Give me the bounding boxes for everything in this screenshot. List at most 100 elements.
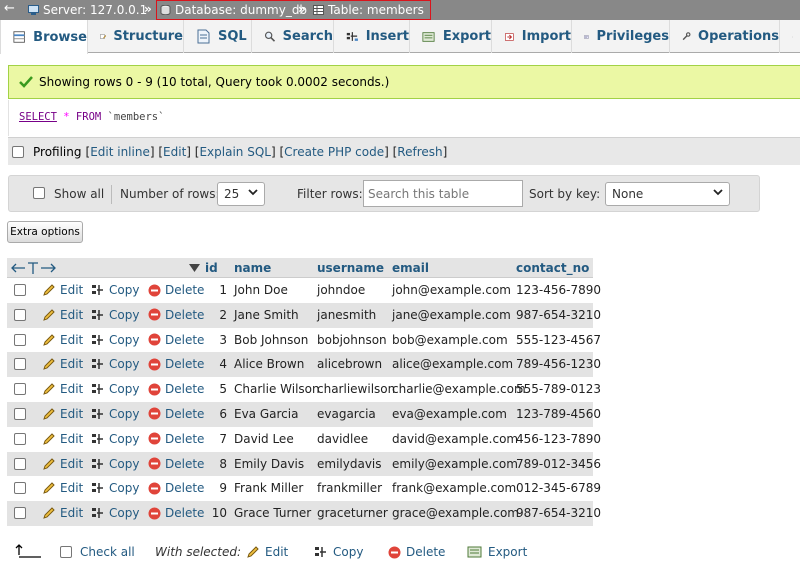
copy-icon: [92, 508, 103, 519]
delete-icon: [148, 482, 161, 495]
column-header-contact-no[interactable]: contact_no: [516, 261, 589, 275]
extra-options-button[interactable]: Extra options: [7, 221, 83, 243]
row-edit-button[interactable]: Edit: [42, 506, 83, 520]
table-header: id name username email contact_no: [7, 258, 593, 278]
row-delete-button[interactable]: Delete: [148, 432, 204, 446]
bulk-delete-button[interactable]: Delete: [388, 545, 445, 559]
row-copy-button[interactable]: Copy: [91, 457, 139, 471]
row-copy-button[interactable]: Copy: [91, 407, 139, 421]
row-edit-button[interactable]: Edit: [42, 382, 83, 396]
row-checkbox[interactable]: [14, 507, 26, 520]
show-all-checkbox[interactable]: [33, 187, 45, 199]
breadcrumb-database[interactable]: Database: dummy_db: [160, 3, 307, 17]
cell-email: emily@example.com: [392, 456, 518, 471]
column-header-id[interactable]: id: [205, 261, 218, 275]
sql-icon: [197, 29, 210, 44]
row-checkbox[interactable]: [14, 407, 26, 420]
cell-name: John Doe: [234, 283, 288, 297]
tab-search[interactable]: Search: [252, 20, 334, 53]
tab-import[interactable]: Import: [492, 20, 572, 53]
row-edit-button[interactable]: Edit: [42, 357, 83, 371]
tab-operations[interactable]: Operations: [670, 20, 780, 53]
row-delete-button[interactable]: Delete: [148, 333, 204, 347]
row-edit-button[interactable]: Edit: [42, 481, 83, 495]
copy-icon: [92, 334, 103, 345]
row-delete-button[interactable]: Delete: [148, 382, 204, 396]
cell-username: janesmith: [317, 307, 377, 322]
row-copy-button[interactable]: Copy: [91, 382, 139, 396]
navigation-bar: Show all Number of rows: 25 Filter rows:…: [8, 175, 760, 212]
bulk-edit-button[interactable]: Edit: [246, 545, 288, 559]
column-header-username[interactable]: username: [317, 261, 384, 275]
row-delete-button[interactable]: Delete: [148, 457, 204, 471]
edit-inline-link[interactable]: Edit inline: [90, 145, 150, 159]
row-delete-button[interactable]: Delete: [148, 506, 204, 520]
row-delete-button[interactable]: Delete: [148, 481, 204, 495]
row-copy-button[interactable]: Copy: [91, 432, 139, 446]
row-delete-button[interactable]: Delete: [148, 283, 204, 297]
row-checkbox[interactable]: [14, 482, 26, 495]
back-arrow-icon[interactable]: ←: [4, 1, 15, 16]
tab-sql[interactable]: SQL: [184, 20, 252, 53]
bulk-export-button[interactable]: Export: [467, 545, 527, 559]
row-checkbox[interactable]: [14, 308, 26, 321]
row-delete-button[interactable]: Delete: [148, 308, 204, 322]
check-all-label[interactable]: Check all: [80, 545, 135, 559]
breadcrumb-server[interactable]: Server: 127.0.0.1: [28, 3, 147, 17]
eye-icon: [792, 36, 793, 37]
sort-triangle-icon[interactable]: [189, 264, 200, 272]
breadcrumb-table[interactable]: Table: members: [313, 3, 424, 17]
row-checkbox[interactable]: [14, 358, 26, 371]
delete-icon: [148, 333, 161, 346]
cell-id: 3: [219, 332, 227, 347]
row-delete-button[interactable]: Delete: [148, 407, 204, 421]
column-arrows-icon[interactable]: [11, 261, 57, 275]
row-edit-button[interactable]: Edit: [42, 457, 83, 471]
edit-link[interactable]: Edit: [163, 145, 186, 159]
check-all[interactable]: Check all: [60, 545, 135, 559]
table-row: Edit Copy Delete 2 Jane Smith janesmith jane@e…: [7, 302, 601, 328]
row-checkbox[interactable]: [14, 383, 26, 396]
cell-id: 8: [219, 456, 227, 471]
table-icon: [313, 5, 324, 15]
check-all-checkbox[interactable]: [60, 546, 72, 558]
tab-privileges[interactable]: Privileges: [572, 20, 670, 53]
create-php-code-link[interactable]: Create PHP code: [284, 145, 384, 159]
row-checkbox[interactable]: [14, 333, 26, 346]
row-delete-button[interactable]: Delete: [148, 357, 204, 371]
row-checkbox[interactable]: [14, 432, 26, 445]
row-copy-button[interactable]: Copy: [91, 481, 139, 495]
row-edit-button[interactable]: Edit: [42, 432, 83, 446]
table-row: Edit Copy Delete 3 Bob Johnson bobjohnson bob@…: [7, 327, 601, 353]
row-copy-button[interactable]: Copy: [91, 308, 139, 322]
sort-select[interactable]: None: [605, 182, 730, 206]
row-edit-button[interactable]: Edit: [42, 308, 83, 322]
tab-more[interactable]: [780, 20, 800, 53]
cell-contact-no: 456-123-7890: [516, 431, 602, 446]
profiling-checkbox[interactable]: [12, 145, 24, 158]
tab-export[interactable]: Export: [410, 20, 492, 53]
row-copy-button[interactable]: Copy: [91, 357, 139, 371]
tab-browse[interactable]: Browse: [0, 20, 88, 54]
tab-structure[interactable]: Structure: [88, 20, 184, 53]
column-header-name[interactable]: name: [234, 261, 271, 275]
rows-select[interactable]: 25: [217, 182, 265, 206]
row-copy-button[interactable]: Copy: [91, 283, 139, 297]
refresh-link[interactable]: Refresh: [397, 145, 442, 159]
row-edit-button[interactable]: Edit: [42, 283, 83, 297]
filter-input[interactable]: Search this table: [363, 180, 523, 207]
row-copy-button[interactable]: Copy: [91, 333, 139, 347]
row-edit-button[interactable]: Edit: [42, 407, 83, 421]
row-checkbox[interactable]: [14, 284, 26, 296]
explain-sql-link[interactable]: Explain SQL: [199, 145, 271, 159]
row-edit-button[interactable]: Edit: [42, 333, 83, 347]
column-header-email[interactable]: email: [392, 261, 429, 275]
tab-insert[interactable]: Insert: [334, 20, 410, 53]
copy-icon: [315, 547, 326, 557]
cell-email: john@example.com: [392, 283, 511, 297]
row-copy-button[interactable]: Copy: [91, 506, 139, 520]
pencil-icon: [43, 482, 55, 495]
wrench-icon: [682, 32, 691, 41]
row-checkbox[interactable]: [14, 457, 26, 470]
bulk-copy-button[interactable]: Copy: [314, 545, 363, 559]
